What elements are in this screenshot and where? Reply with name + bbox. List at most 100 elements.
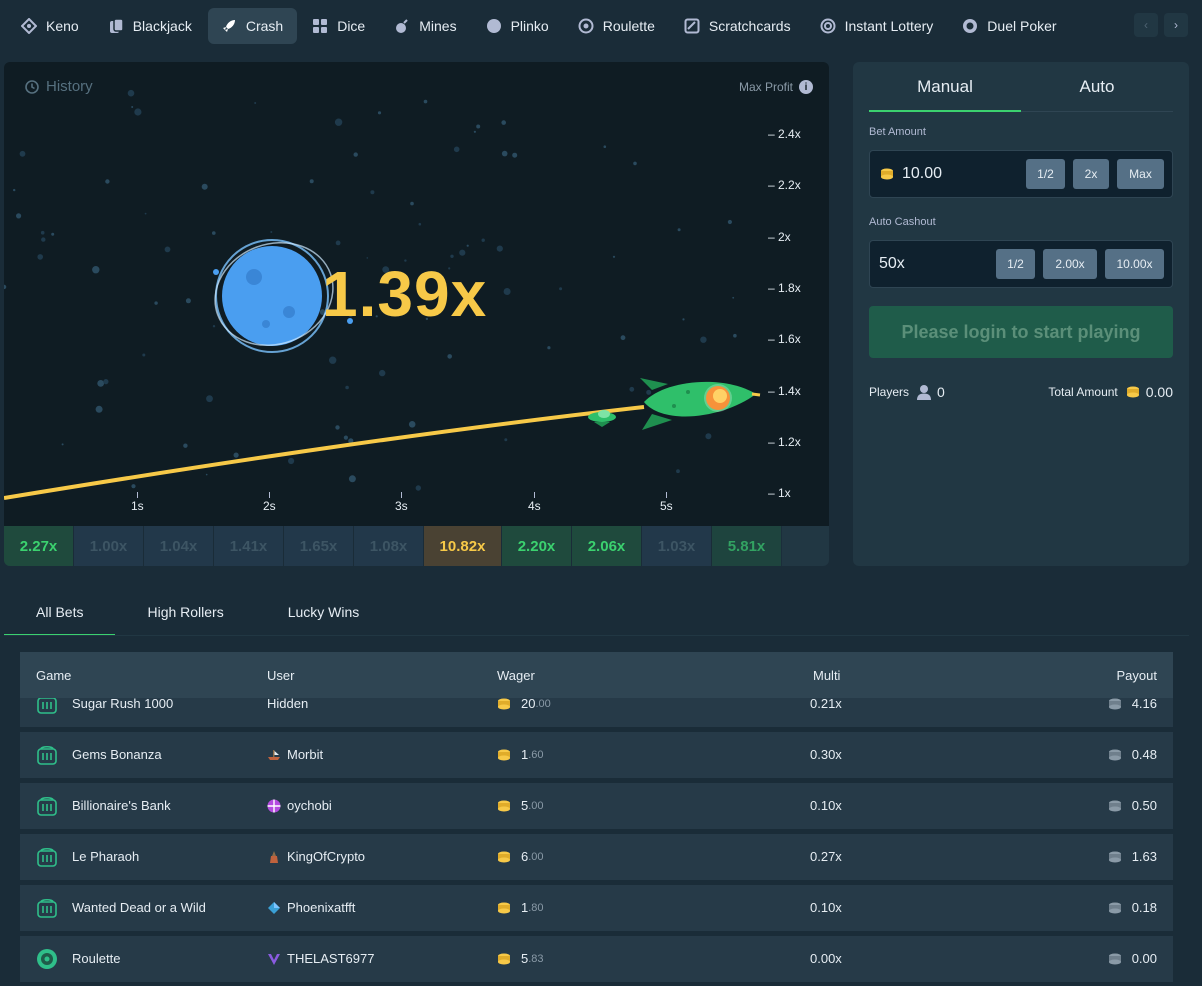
history-chip[interactable]: 5.81x [712, 526, 782, 566]
history-chip[interactable]: 1.03x [642, 526, 712, 566]
rocket-illustration [640, 378, 761, 430]
user-name[interactable]: Morbit [267, 747, 323, 762]
crest-icon [267, 952, 287, 966]
history-chip[interactable]: 2.06x [572, 526, 642, 566]
tower-icon [267, 850, 287, 864]
table-row[interactable]: Gems Bonanza Morbit 1.60 0.30x 0.48 [20, 732, 1173, 778]
chevron-left-icon[interactable]: ‹ [1134, 13, 1158, 37]
history-chip[interactable]: 1.41x [214, 526, 284, 566]
history-chip[interactable]: 10.82x [424, 526, 502, 566]
nav-item-mines[interactable]: Mines [381, 8, 470, 44]
user-name[interactable]: oychobi [267, 798, 332, 813]
auto-cashout-value[interactable]: 50x [879, 255, 996, 273]
game-name[interactable]: Billionaire's Bank [72, 798, 171, 813]
half-bet-button[interactable]: 1/2 [1026, 159, 1065, 189]
coin-stack-icon [498, 698, 510, 709]
nav-item-scratchcards[interactable]: Scratchcards [671, 8, 805, 44]
previous-crash-history: 2.27x 1.00x 1.04x 1.41x 1.65x 1.08x 10.8… [4, 526, 829, 566]
nav-item-label: Blackjack [132, 18, 192, 34]
coin-stack-icon [1108, 749, 1121, 760]
coin-stack-icon [1108, 698, 1121, 709]
bet-amount-value[interactable]: 10.00 [902, 165, 1026, 183]
table-row[interactable]: Roulette THELAST6977 5.83 0.00x 0.00 [20, 936, 1173, 982]
nav-item-keno[interactable]: Keno [8, 8, 93, 44]
tab-manual[interactable]: Manual [869, 62, 1021, 112]
cashout-10x-button[interactable]: 10.00x [1105, 249, 1164, 279]
current-multiplier: 1.39x [322, 258, 488, 330]
x-tick: 5s [660, 499, 673, 513]
nav-item-duel-poker[interactable]: Duel Poker [949, 8, 1070, 44]
nav-item-plinko[interactable]: Plinko [473, 8, 563, 44]
wager-amount: 20.00 [497, 696, 551, 711]
tab-lucky-wins[interactable]: Lucky Wins [256, 588, 392, 636]
cashout-2x-button[interactable]: 2.00x [1043, 249, 1097, 279]
table-row[interactable]: Wanted Dead or a Wild Phoenixatfft 1.80 0.1… [20, 885, 1173, 931]
nav-item-label: Crash [245, 18, 284, 34]
table-row[interactable]: Le Pharaoh KingOfCrypto 6.00 0.27x 1.63 [20, 834, 1173, 880]
login-to-play-button[interactable]: Please login to start playing [869, 306, 1173, 358]
chevron-right-icon[interactable]: › [1164, 13, 1188, 37]
nav-item-dice[interactable]: Dice [299, 8, 379, 44]
nav-item-roulette[interactable]: Roulette [565, 8, 669, 44]
history-chip[interactable]: 2.20x [502, 526, 572, 566]
x-tick: 4s [528, 499, 541, 513]
y-tick: – 2x [768, 230, 791, 244]
roulette-icon [577, 17, 595, 35]
keno-icon [20, 17, 38, 35]
y-tick: – 1.2x [768, 435, 801, 449]
game-name[interactable]: Roulette [72, 951, 120, 966]
x-tick-mark [401, 492, 402, 498]
table-row[interactable]: Billionaire's Bank oychobi 5.00 0.10x 0.50 [20, 783, 1173, 829]
coin-stack-icon [881, 168, 893, 180]
payout-amount: 0.48 [1108, 747, 1157, 762]
rocket-icon [220, 17, 238, 35]
nav-item-label: Scratchcards [708, 18, 791, 34]
table-header: Game User Wager Multi Payout [20, 652, 1173, 698]
nav-item-label: Duel Poker [987, 18, 1057, 34]
y-tick: – 1x [768, 486, 791, 500]
game-name[interactable]: Sugar Rush 1000 [72, 696, 173, 711]
slot-machine-icon [36, 744, 58, 766]
double-bet-button[interactable]: 2x [1073, 159, 1109, 189]
ship-icon [267, 748, 287, 762]
user-name[interactable]: Phoenixatfft [267, 900, 355, 915]
tab-auto[interactable]: Auto [1021, 62, 1173, 111]
bets-section: All Bets High Rollers Lucky Wins Game Us… [4, 588, 1189, 986]
total-amount-label: Total Amount [1048, 385, 1118, 399]
half-cashout-button[interactable]: 1/2 [996, 249, 1035, 279]
history-chip[interactable]: 1.00x [74, 526, 144, 566]
nav-item-label: Mines [419, 18, 457, 34]
coin-stack-icon [1108, 800, 1121, 811]
history-chip[interactable]: 1.65x [284, 526, 354, 566]
coin-stack-icon [1108, 953, 1121, 964]
payout-amount: 0.50 [1108, 798, 1157, 813]
nav-item-blackjack[interactable]: Blackjack [95, 8, 206, 44]
y-tick: – 2.4x [768, 127, 801, 141]
payout-amount: 0.18 [1108, 900, 1157, 915]
max-bet-button[interactable]: Max [1117, 159, 1164, 189]
game-name[interactable]: Gems Bonanza [72, 747, 162, 762]
coin-stack-icon [498, 953, 510, 964]
nav-item-crash[interactable]: Crash [207, 8, 298, 44]
bet-amount-field[interactable]: 10.00 1/2 2x Max [869, 150, 1173, 198]
tab-high-rollers[interactable]: High Rollers [115, 588, 255, 636]
history-chip[interactable]: 2.27x [4, 526, 74, 566]
game-name[interactable]: Le Pharaoh [72, 849, 139, 864]
game-name[interactable]: Wanted Dead or a Wild [72, 900, 206, 915]
history-chip[interactable]: 1.08x [354, 526, 424, 566]
wager-amount: 1.60 [497, 747, 544, 762]
history-chip[interactable]: 1.04x [144, 526, 214, 566]
user-icon [917, 385, 932, 400]
auto-cashout-field[interactable]: 50x 1/2 2.00x 10.00x [869, 240, 1173, 288]
nav-item-instant-lottery[interactable]: Instant Lottery [807, 8, 948, 44]
user-name[interactable]: KingOfCrypto [267, 849, 365, 864]
tab-all-bets[interactable]: All Bets [4, 588, 116, 636]
players-stat: Players 0 [869, 384, 945, 400]
coin-stack-icon [498, 851, 510, 862]
user-name[interactable]: THELAST6977 [267, 951, 374, 966]
total-amount-value: 0.00 [1145, 384, 1173, 400]
roulette-icon [36, 948, 58, 970]
x-tick-mark [666, 492, 667, 498]
nav-scroll-arrows: ‹ › [1134, 13, 1188, 37]
user-name[interactable]: Hidden [267, 696, 308, 711]
